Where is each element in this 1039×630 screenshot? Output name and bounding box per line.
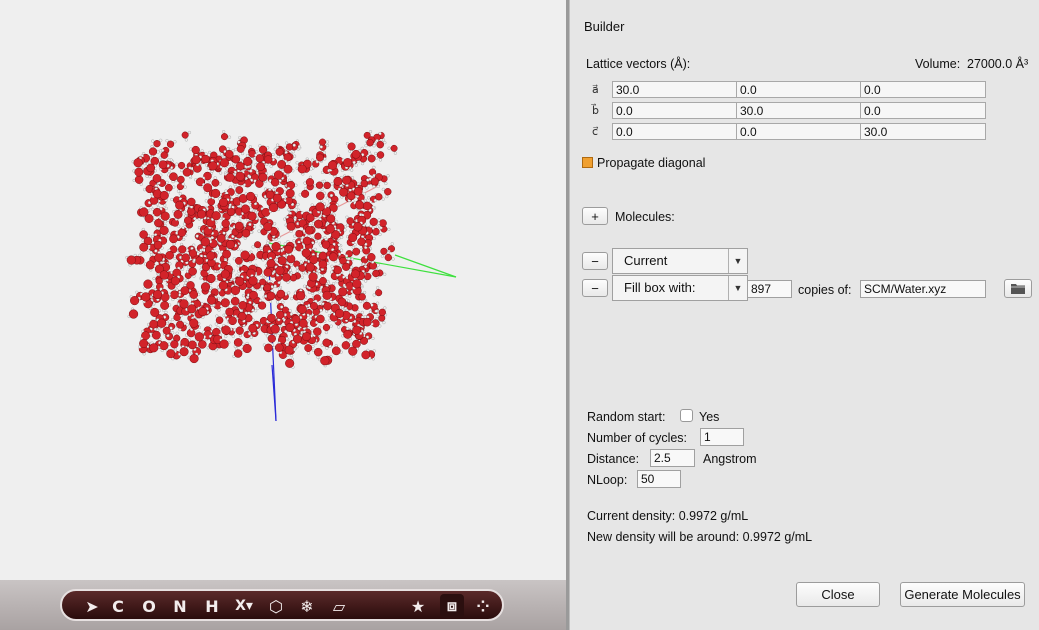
vector-a-label: a⃗ <box>592 83 599 96</box>
random-start-checkbox[interactable] <box>680 409 693 422</box>
close-button[interactable]: Close <box>796 582 880 607</box>
new-density-text: New density will be around: 0.9972 g/mL <box>587 530 813 544</box>
hydrogen-element-button[interactable]: H <box>200 594 224 618</box>
molecules-label: Molecules: <box>615 210 675 224</box>
add-molecule-button[interactable]: + <box>582 207 608 225</box>
volume-label: Volume: <box>915 57 961 71</box>
lattice-b-x[interactable]: 0.0 <box>612 102 737 119</box>
molecule-2-mode-select[interactable]: Fill box with: ▼ <box>612 275 748 301</box>
builder-panel: Builder Lattice vectors (Å): Volume: 270… <box>569 0 1039 630</box>
water-box-3d-view[interactable] <box>0 0 566 580</box>
vector-c-label: c⃗ <box>592 125 599 138</box>
folder-icon <box>1011 284 1025 294</box>
crystal-snowflake-icon[interactable]: ❄ <box>295 594 319 618</box>
molecule-1-mode-value: Current <box>624 253 668 268</box>
propagate-diagonal-checkbox[interactable] <box>582 157 593 168</box>
water-molecules <box>125 130 398 369</box>
copies-of-label: copies of: <box>798 283 852 297</box>
lattice-a-x[interactable]: 30.0 <box>612 81 737 98</box>
generate-molecules-button[interactable]: Generate Molecules <box>900 582 1025 607</box>
molecule-viewport[interactable] <box>0 0 566 630</box>
remove-molecule-1-button[interactable]: − <box>582 252 608 270</box>
vector-b-label: b⃗ <box>592 104 599 117</box>
lattice-c-z[interactable]: 30.0 <box>860 123 986 140</box>
carbon-element-button[interactable]: C <box>106 594 130 618</box>
molecules-icon[interactable]: ⁘ <box>471 594 495 618</box>
lattice-c-y[interactable]: 0.0 <box>736 123 861 140</box>
lattice-a-z[interactable]: 0.0 <box>860 81 986 98</box>
copies-count-input[interactable]: 897 <box>747 280 792 298</box>
lattice-vectors-label: Lattice vectors (Å): <box>586 57 691 71</box>
editing-toolbar: ➤ C O N H X▾ ⬡ ❄ ▱ ★ ⧈ ⁘ <box>60 589 504 621</box>
panel-title: Builder <box>584 19 625 34</box>
nloop-input[interactable]: 50 <box>637 470 681 488</box>
lattice-b-z[interactable]: 0.0 <box>860 102 986 119</box>
lattice-b-y[interactable]: 30.0 <box>736 102 861 119</box>
other-element-menu-button[interactable]: X▾ <box>232 594 256 618</box>
browse-file-button[interactable] <box>1004 279 1032 298</box>
distance-input[interactable]: 2.5 <box>650 449 695 467</box>
plane-icon[interactable]: ▱ <box>327 594 351 618</box>
current-density-text: Current density: 0.9972 g/mL <box>587 509 749 523</box>
cycles-input[interactable]: 1 <box>700 428 744 446</box>
lattice-c-x[interactable]: 0.0 <box>612 123 737 140</box>
molecule-file-input[interactable]: SCM/Water.xyz <box>860 280 986 298</box>
distance-label: Distance: <box>587 452 640 466</box>
molecule-1-mode-select[interactable]: Current ▼ <box>612 248 748 274</box>
y-axis-end <box>394 254 457 278</box>
propagate-diagonal-label: Propagate diagonal <box>597 156 706 170</box>
lattice-a-y[interactable]: 0.0 <box>736 81 861 98</box>
oxygen-element-button[interactable]: O <box>137 594 161 618</box>
random-start-label: Random start: <box>587 410 666 424</box>
molecule-2-mode-value: Fill box with: <box>624 280 696 295</box>
nitrogen-element-button[interactable]: N <box>168 594 192 618</box>
chevron-down-icon: ▼ <box>728 276 747 300</box>
cycles-label: Number of cycles: <box>587 431 688 445</box>
random-start-yes-label: Yes <box>699 410 720 424</box>
select-arrow-icon[interactable]: ➤ <box>80 594 104 618</box>
distance-unit: Angstrom <box>703 452 757 466</box>
chevron-down-icon: ▼ <box>728 249 747 273</box>
remove-molecule-2-button[interactable]: − <box>582 279 608 297</box>
periodic-box-icon[interactable]: ⧈ <box>440 594 464 618</box>
ring-icon[interactable]: ⬡ <box>264 594 288 618</box>
volume-value: 27000.0 Å³ <box>967 57 1029 71</box>
nloop-label: NLoop: <box>587 473 628 487</box>
favorite-star-icon[interactable]: ★ <box>406 594 430 618</box>
